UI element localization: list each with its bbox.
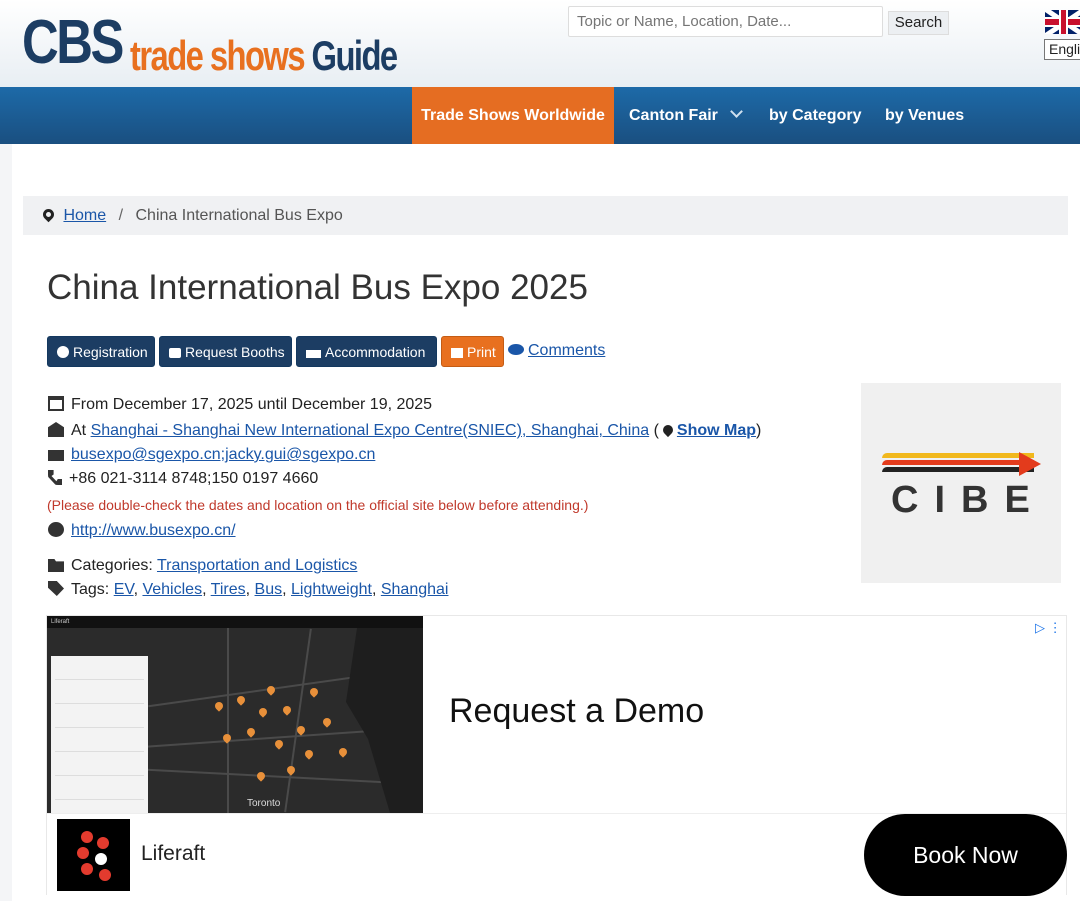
- phone-icon: [48, 470, 62, 485]
- event-website: http://www.busexpo.cn/: [48, 522, 236, 540]
- nav-canton-fair-label: Canton Fair: [629, 107, 718, 124]
- nav-trade-shows-worldwide[interactable]: Trade Shows Worldwide: [412, 87, 614, 144]
- chevron-down-icon: [730, 105, 743, 118]
- search-button[interactable]: Search: [888, 11, 949, 35]
- ad-footer: Liferaft Book Now: [47, 813, 1067, 896]
- nav-canton-fair[interactable]: Canton Fair: [629, 87, 743, 144]
- briefcase-icon: [169, 348, 181, 358]
- tag-link[interactable]: Tires: [211, 581, 246, 598]
- site-header: CBS trade shows Guide Search English: [0, 0, 1080, 87]
- comments-label[interactable]: Comments: [528, 342, 605, 359]
- tags-icon: [48, 581, 64, 596]
- print-icon: [451, 348, 463, 358]
- ad-map-sidebar: [51, 656, 148, 813]
- tag-link[interactable]: Shanghai: [381, 581, 449, 598]
- ad-map-label: Toronto: [247, 798, 281, 809]
- phone-text: +86 021-3114 8748;150 0197 4660: [69, 470, 319, 487]
- liferaft-logo-icon[interactable]: [57, 819, 130, 891]
- event-venue: At Shanghai - Shanghai New International…: [48, 422, 761, 440]
- bed-icon: [306, 350, 321, 358]
- logo-stripe: [882, 467, 1034, 472]
- ad-map-image[interactable]: Liferaft Toronto: [47, 616, 423, 813]
- tag-link[interactable]: Lightweight: [291, 581, 372, 598]
- ad-brand-name[interactable]: Liferaft: [141, 842, 205, 866]
- main-nav: Trade Shows Worldwide Canton Fair by Cat…: [0, 87, 1080, 144]
- site-logo[interactable]: CBS trade shows Guide: [22, 8, 398, 79]
- email-link[interactable]: busexpo@sgexpo.cn;jacky.gui@sgexpo.cn: [71, 446, 375, 463]
- nav-by-venues[interactable]: by Venues: [885, 87, 964, 144]
- adchoices-icon[interactable]: ▷ ⋮: [1035, 620, 1062, 636]
- event-dates: From December 17, 2025 until December 19…: [48, 396, 432, 414]
- date-warning: (Please double-check the dates and locat…: [47, 497, 589, 513]
- event-dates-text: From December 17, 2025 until December 19…: [71, 396, 433, 413]
- ad-headline[interactable]: Request a Demo: [449, 692, 704, 731]
- search-input[interactable]: [568, 6, 883, 37]
- uk-flag-icon[interactable]: [1045, 10, 1080, 34]
- print-button[interactable]: Print: [441, 336, 504, 367]
- request-booths-label: Request Booths: [185, 344, 285, 360]
- show-map-link[interactable]: Show Map: [677, 422, 756, 439]
- envelope-icon: [48, 450, 64, 461]
- page-title: China International Bus Expo 2025: [47, 268, 588, 307]
- registration-label: Registration: [73, 344, 148, 360]
- breadcrumb-separator: /: [118, 207, 124, 224]
- breadcrumb-home-link[interactable]: Home: [63, 207, 106, 224]
- categories-label: Categories:: [71, 557, 153, 574]
- book-now-button[interactable]: Book Now: [864, 814, 1067, 896]
- advertisement[interactable]: Liferaft Toronto Request a Demo ▷ ⋮ Life…: [46, 615, 1067, 896]
- map-marker-icon: [40, 206, 57, 223]
- category-link[interactable]: Transportation and Logistics: [157, 557, 357, 574]
- tag-link[interactable]: Bus: [255, 581, 283, 598]
- breadcrumb: Home / China International Bus Expo: [23, 196, 1068, 235]
- logo-arrow: [1019, 452, 1041, 476]
- venue-at-label: At: [71, 422, 87, 439]
- logo-stripe: [882, 460, 1034, 465]
- event-logo-text: CIBE: [891, 479, 1046, 521]
- logo-tagline: trade shows Guide: [130, 32, 399, 80]
- comments-icon: [508, 344, 524, 355]
- calendar-icon: [48, 396, 64, 411]
- comments-link[interactable]: Comments: [508, 342, 605, 360]
- nav-by-category[interactable]: by Category: [769, 87, 861, 144]
- check-circle-icon: [48, 522, 64, 537]
- tags-label: Tags:: [71, 581, 110, 598]
- website-link[interactable]: http://www.busexpo.cn/: [71, 522, 236, 539]
- event-tags: Tags: EV, Vehicles, Tires, Bus, Lightwei…: [48, 581, 448, 599]
- check-circle-icon: [57, 346, 69, 358]
- event-logo: CIBE: [861, 383, 1061, 583]
- logo-stripe: [882, 453, 1034, 458]
- breadcrumb-current: China International Bus Expo: [135, 207, 343, 224]
- folder-icon: [48, 559, 64, 572]
- event-email: busexpo@sgexpo.cn;jacky.gui@sgexpo.cn: [48, 446, 375, 464]
- print-label: Print: [467, 344, 496, 360]
- logo-trade: trade shows: [130, 32, 306, 79]
- tag-link[interactable]: Vehicles: [142, 581, 202, 598]
- accommodation-label: Accommodation: [325, 344, 426, 360]
- accommodation-button[interactable]: Accommodation: [296, 336, 437, 367]
- language-select[interactable]: English: [1044, 39, 1080, 60]
- tag-link[interactable]: EV: [114, 581, 134, 598]
- logo-guide: Guide: [311, 32, 399, 79]
- logo-cbs: CBS: [22, 8, 124, 77]
- event-categories: Categories: Transportation and Logistics: [48, 557, 357, 575]
- registration-button[interactable]: Registration: [47, 336, 155, 367]
- building-icon: [48, 422, 64, 437]
- venue-link[interactable]: Shanghai - Shanghai New International Ex…: [91, 422, 650, 439]
- request-booths-button[interactable]: Request Booths: [159, 336, 292, 367]
- ad-map-appbar: Liferaft: [47, 616, 423, 628]
- event-phone: +86 021-3114 8748;150 0197 4660: [48, 470, 318, 488]
- map-marker-icon: [660, 422, 675, 438]
